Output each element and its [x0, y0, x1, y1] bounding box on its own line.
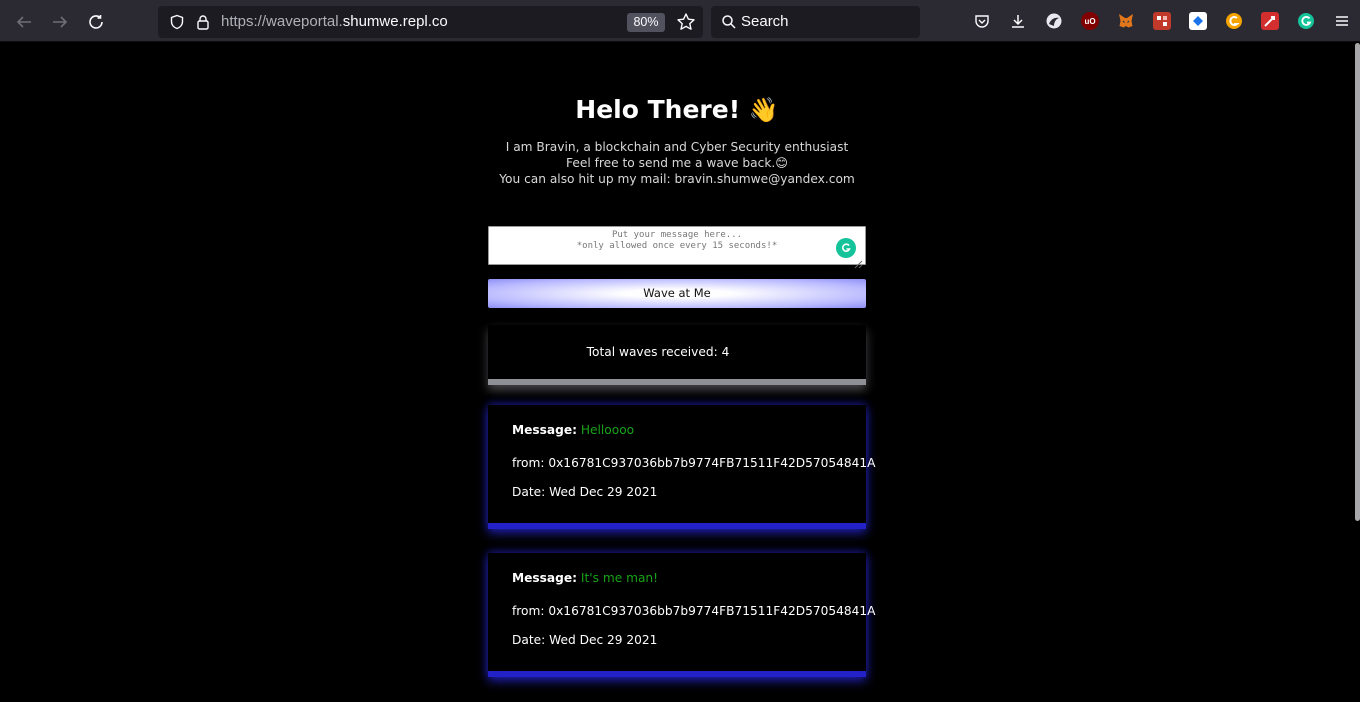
- grammarly-icon[interactable]: [836, 238, 856, 258]
- bio-line: I am Bravin, a blockchain and Cyber Secu…: [505, 140, 849, 154]
- back-icon[interactable]: [13, 11, 35, 33]
- date-label: Date:: [512, 633, 546, 647]
- menu-icon[interactable]: [1333, 12, 1351, 30]
- wave-from: from: 0x16781C937036bb7b9774FB71511F42D5…: [512, 456, 876, 470]
- zoom-level[interactable]: 80%: [627, 13, 665, 32]
- from-address: 0x16781C937036bb7b9774FB71511F42D5705484…: [548, 456, 876, 470]
- pocket-icon[interactable]: [973, 12, 991, 30]
- proxy-icon[interactable]: [1045, 12, 1063, 30]
- page-title-text: Helo There!: [575, 95, 741, 124]
- url-prefix: https://waveportal.: [221, 13, 343, 30]
- url-bar[interactable]: https://waveportal.shumwe.repl.co 80%: [158, 6, 703, 38]
- message-text: Helloooo: [580, 423, 635, 437]
- ublock-icon[interactable]: uO: [1081, 12, 1099, 30]
- page-viewport: Helo There! 👋 I am Bravin, a blockchain …: [0, 43, 1360, 702]
- shield-icon[interactable]: [166, 11, 188, 33]
- extension-icon[interactable]: [1225, 12, 1243, 30]
- bio: I am Bravin, a blockchain and Cyber Secu…: [0, 139, 1354, 187]
- extension-icon[interactable]: [1153, 12, 1171, 30]
- bio-line: Feel free to send me a wave back.😊: [566, 156, 788, 170]
- from-label: from:: [512, 604, 545, 618]
- reload-icon[interactable]: [85, 11, 107, 33]
- extension-icon[interactable]: [1189, 12, 1207, 30]
- from-label: from:: [512, 456, 545, 470]
- date-value: Wed Dec 29 2021: [549, 633, 658, 647]
- bio-line: You can also hit up my mail: bravin.shum…: [499, 172, 855, 186]
- wave-date: Date: Wed Dec 29 2021: [512, 485, 657, 499]
- url-text[interactable]: https://waveportal.shumwe.repl.co: [221, 6, 448, 38]
- resize-handle-icon[interactable]: [854, 254, 863, 269]
- search-placeholder: Search: [741, 13, 789, 30]
- wave-card: Message: Helloooo from: 0x16781C937036bb…: [488, 405, 876, 529]
- date-label: Date:: [512, 485, 546, 499]
- page-title: Helo There! 👋: [0, 95, 1354, 124]
- wave-card: Message: It's me man! from: 0x16781C9370…: [488, 553, 876, 677]
- wave-date: Date: Wed Dec 29 2021: [512, 633, 657, 647]
- message-label: Message:: [512, 571, 577, 585]
- message-input[interactable]: [488, 226, 866, 265]
- downloads-icon[interactable]: [1009, 12, 1027, 30]
- lock-icon[interactable]: [192, 11, 214, 33]
- total-waves-card: Total waves received: 4: [488, 325, 866, 385]
- message-label: Message:: [512, 423, 577, 437]
- from-address: 0x16781C937036bb7b9774FB71511F42D5705484…: [548, 604, 876, 618]
- bookmark-star-icon[interactable]: [676, 12, 696, 32]
- extension-icon[interactable]: [1261, 12, 1279, 30]
- metamask-icon[interactable]: [1117, 12, 1135, 30]
- grammarly-icon[interactable]: [1297, 12, 1315, 30]
- wave-button[interactable]: Wave at Me: [488, 279, 866, 308]
- waving-hand-icon: 👋: [748, 96, 779, 124]
- total-waves-text: Total waves received: 4: [586, 345, 730, 359]
- url-domain: shumwe.repl.co: [342, 13, 448, 30]
- browser-toolbar: https://waveportal.shumwe.repl.co 80% Se…: [0, 0, 1360, 42]
- page-scrollbar[interactable]: [1355, 43, 1360, 521]
- wave-from: from: 0x16781C937036bb7b9774FB71511F42D5…: [512, 604, 876, 618]
- wave-message: Message: It's me man!: [512, 571, 658, 585]
- date-value: Wed Dec 29 2021: [549, 485, 658, 499]
- search-bar[interactable]: Search: [711, 6, 920, 38]
- message-text: It's me man!: [580, 571, 659, 585]
- search-icon: [718, 11, 740, 33]
- forward-icon[interactable]: [49, 11, 71, 33]
- wave-message: Message: Helloooo: [512, 423, 634, 437]
